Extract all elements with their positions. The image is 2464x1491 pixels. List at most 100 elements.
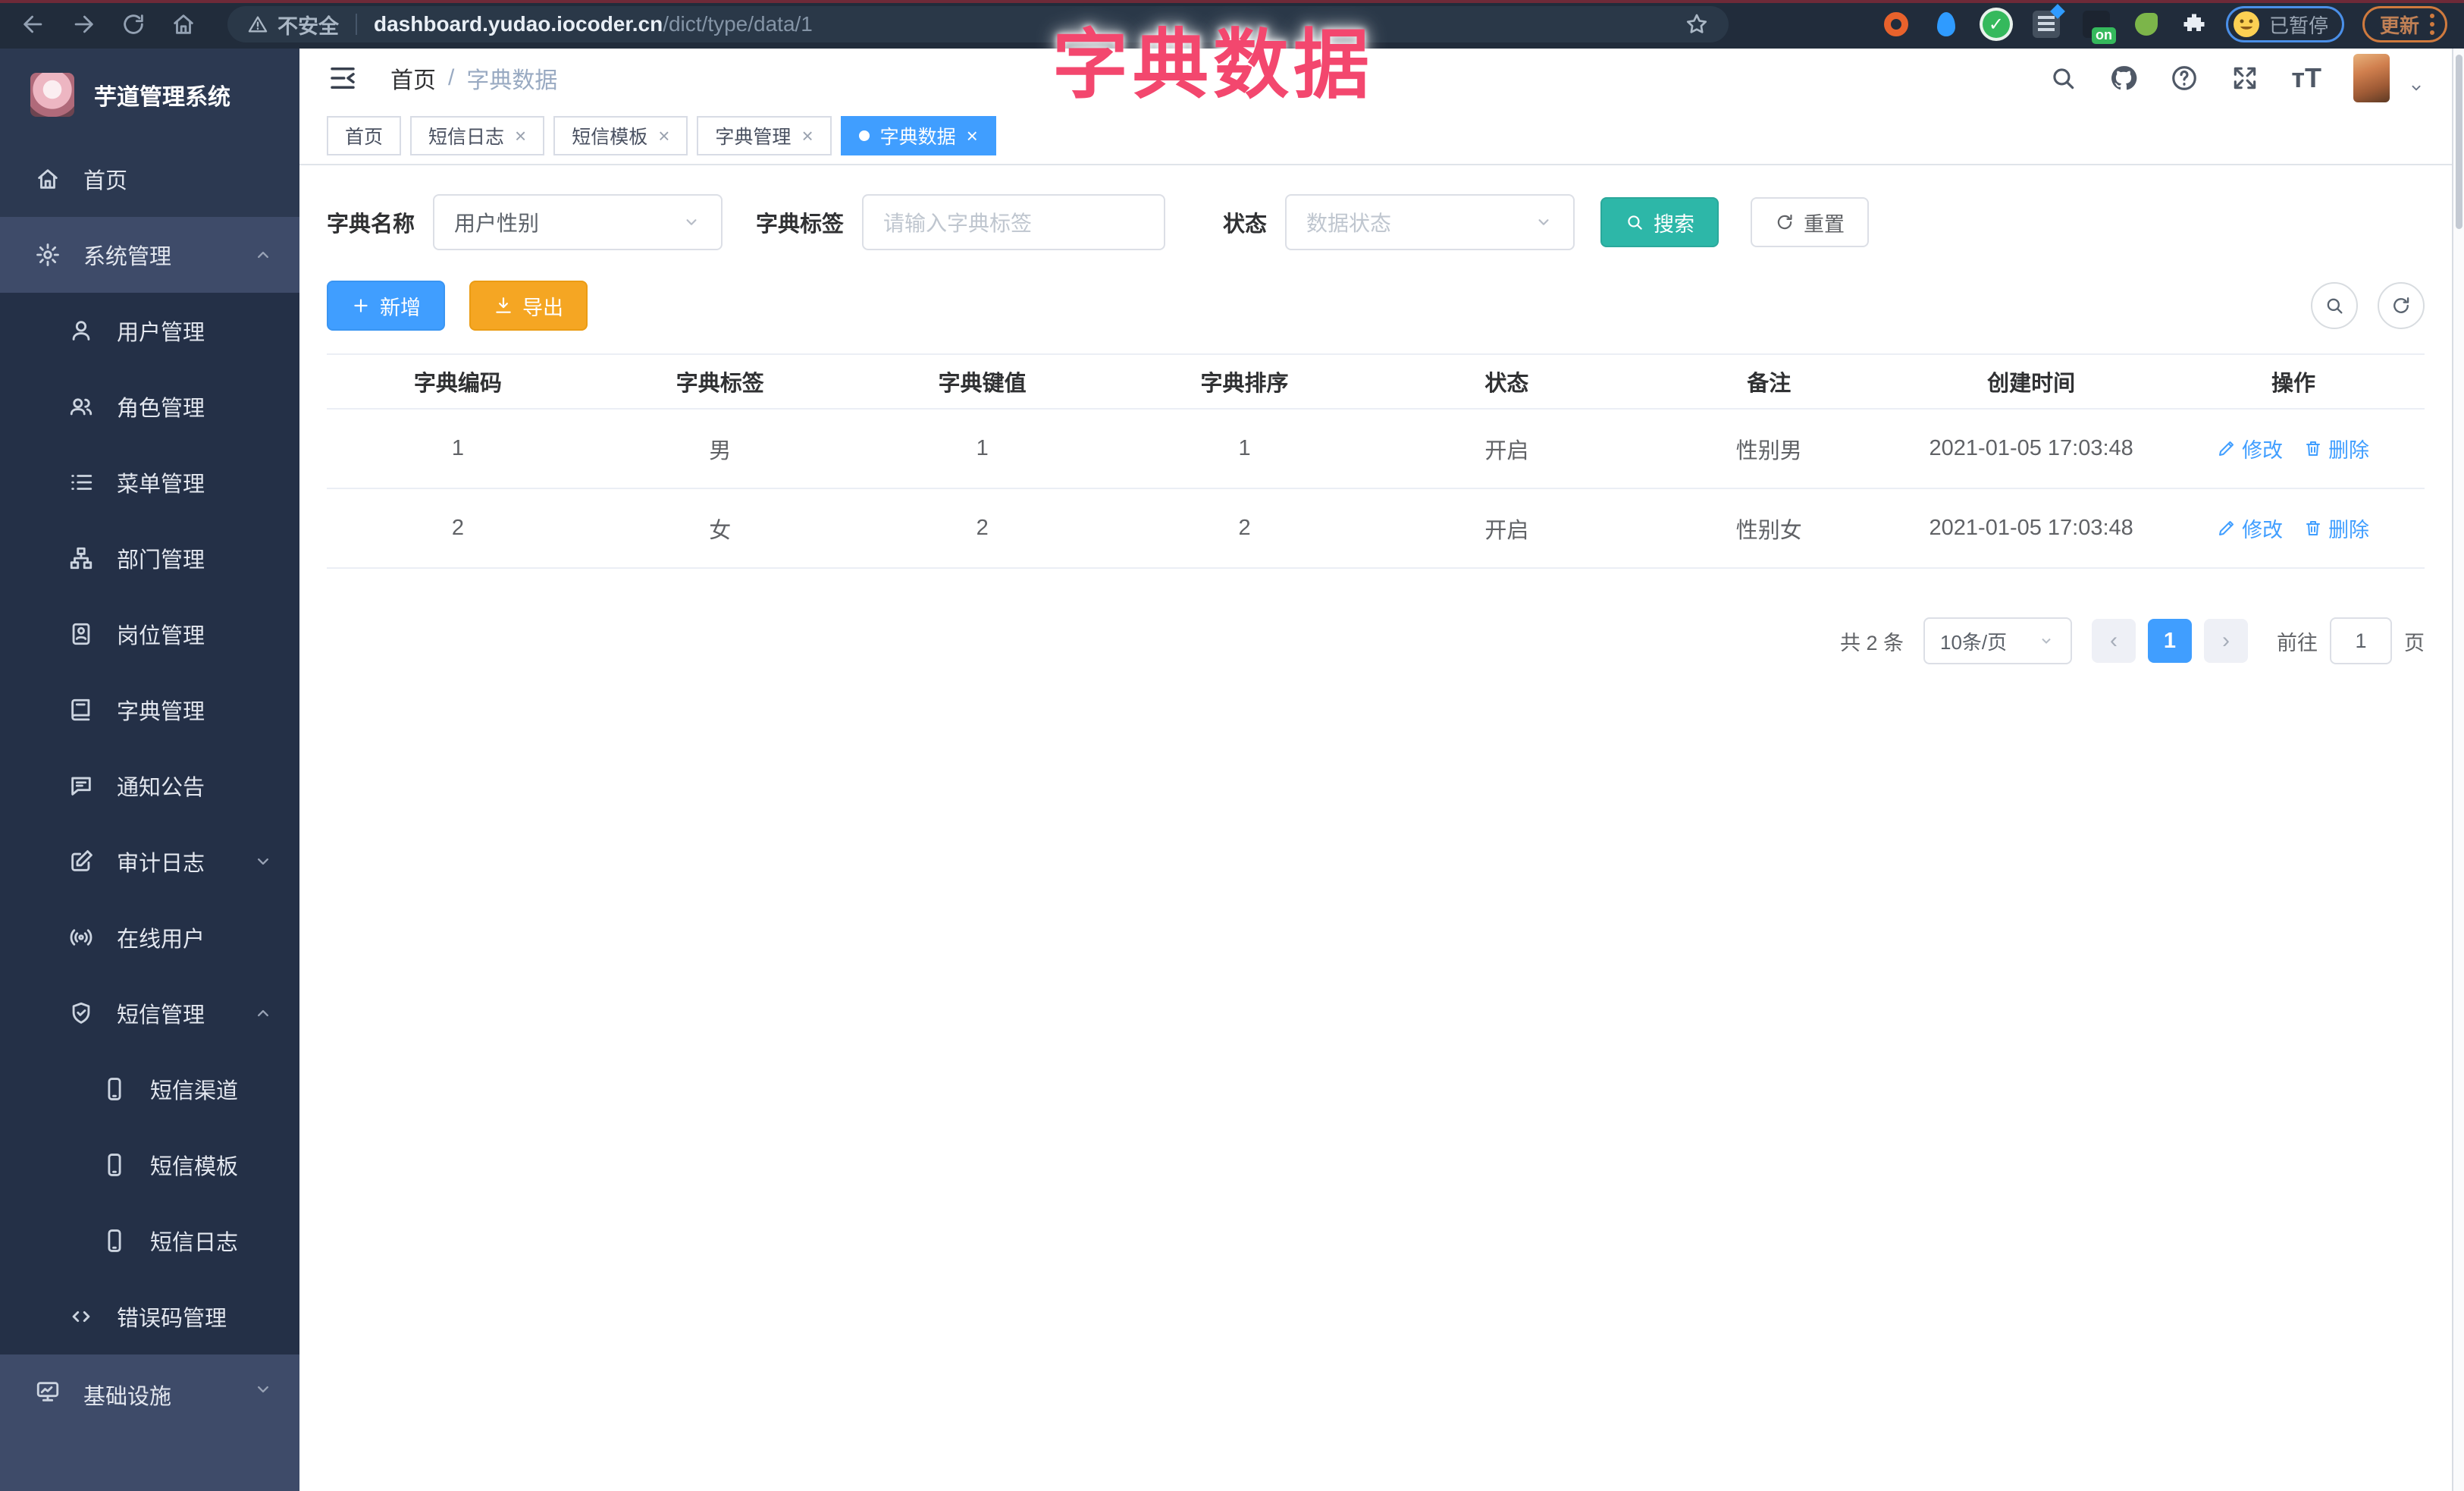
close-icon[interactable]: × [515,126,526,146]
sidebar-item-sms-template[interactable]: 短信模板 [0,1127,299,1203]
goto-page-input[interactable]: 1 [2330,617,2392,664]
extension-icon-leaf[interactable] [2130,8,2162,40]
close-icon[interactable]: × [658,126,669,146]
back-button[interactable] [17,8,50,41]
shield-icon [68,1000,94,1026]
sidebar-item-online-user[interactable]: 在线用户 [0,899,299,975]
tab-label: 首页 [345,127,384,148]
reload-button[interactable] [117,8,150,41]
column-header: 备注 [1638,353,1901,410]
sidebar-item-sms-log[interactable]: 短信日志 [0,1203,299,1279]
current-page[interactable]: 1 [2148,619,2192,663]
cell-remark: 性别男 [1638,409,1901,489]
sidebar-logo-row[interactable]: 芋道管理系统 [0,49,299,141]
dict-label-input[interactable]: 请输入字典标签 [862,194,1166,250]
address-bar[interactable]: 不安全 dashboard.yudao.iocoder.cn /dict/typ… [227,6,1729,42]
help-icon[interactable] [2170,64,2199,93]
page-size-select[interactable]: 10条/页 [1923,617,2072,664]
refresh-icon [2390,295,2412,316]
add-button[interactable]: 新增 [327,281,445,331]
sidebar-fold-icon[interactable] [327,62,359,94]
status-label: 状态 [1223,212,1268,237]
toggle-search-button[interactable] [2311,282,2358,329]
recorder-paused-badge[interactable]: 已暂停 [2225,6,2344,42]
edit-link[interactable]: 修改 [2218,513,2283,543]
github-icon[interactable] [2109,64,2138,93]
scrollbar-thumb[interactable] [2456,55,2462,229]
sidebar-item-label: 短信模板 [150,1155,239,1179]
cell-created: 2021-01-05 17:03:48 [1900,409,2163,489]
tab-字典管理[interactable]: 字典管理 × [697,116,832,155]
sidebar-item-label: 短信日志 [150,1231,239,1255]
home-button[interactable] [167,8,200,41]
delete-link[interactable]: 删除 [2304,434,2369,463]
breadcrumb-home[interactable]: 首页 [390,61,436,95]
extension-icon-check[interactable]: ✓ [1980,8,2012,40]
table-row: 2 女 2 2 开启 性别女 2021-01-05 17:03:48 修改 删除 [327,488,2425,569]
tab-短信模板[interactable]: 短信模板 × [553,116,688,155]
page-scrollbar[interactable] [2452,49,2464,1491]
monitor-icon [35,1379,61,1405]
plus-icon [351,296,371,315]
tab-短信日志[interactable]: 短信日志 × [410,116,545,155]
url-host: dashboard.yudao.iocoder.cn [374,12,663,36]
update-button[interactable]: 更新 [2362,6,2447,42]
sidebar-item-label: 部门管理 [117,548,205,573]
tab-字典数据[interactable]: 字典数据 × [840,116,996,155]
refresh-table-button[interactable] [2378,282,2425,329]
window-top-border [0,0,2464,3]
gear-icon [35,242,61,268]
browser-toolbar: 不安全 dashboard.yudao.iocoder.cn /dict/typ… [0,0,2464,49]
close-icon[interactable]: × [967,126,978,146]
url-path: /dict/type/data/1 [663,12,813,36]
sidebar-item-label: 在线用户 [117,928,205,952]
sidebar-item-label: 用户管理 [117,321,205,345]
tab-label: 短信日志 [428,127,505,148]
close-icon[interactable]: × [801,126,813,146]
export-button[interactable]: 导出 [469,281,588,331]
cell-label: 女 [588,488,851,569]
sidebar-item-system[interactable]: 系统管理 [0,217,299,293]
user-icon [68,318,94,344]
extensions-puzzle-icon[interactable] [2180,11,2208,38]
tab-首页[interactable]: 首页 [327,116,402,155]
cell-value: 2 [851,488,1114,569]
avatar-caret-icon[interactable] [2408,80,2425,96]
sidebar-item-menu[interactable]: 菜单管理 [0,444,299,520]
prev-page-button[interactable]: ‹ [2092,619,2136,663]
extension-icon-drop[interactable] [1930,8,1962,40]
search-button[interactable]: 搜索 [1600,197,1719,247]
sidebar-item-role[interactable]: 角色管理 [0,369,299,444]
sidebar-item-home[interactable]: 首页 [0,141,299,217]
sidebar-item-infra[interactable]: 基础设施 [0,1354,299,1491]
sidebar-item-dept[interactable]: 部门管理 [0,520,299,596]
extension-icon-on[interactable]: on [2080,8,2116,44]
dict-name-select[interactable]: 用户性别 [433,194,723,250]
forward-button[interactable] [67,8,100,41]
browser-menu-icon[interactable] [2430,14,2434,35]
fullscreen-icon[interactable] [2230,64,2259,93]
sidebar-item-sms[interactable]: 短信管理 [0,975,299,1051]
font-size-icon[interactable]: ᴛT [2291,62,2321,94]
breadcrumb: 首页 / 字典数据 [390,61,557,95]
edit-link[interactable]: 修改 [2218,434,2283,463]
sidebar-item-errcode[interactable]: 错误码管理 [0,1279,299,1354]
bookmark-star-icon[interactable] [1685,12,1709,36]
column-header: 创建时间 [1900,353,2163,410]
sidebar-item-notice[interactable]: 通知公告 [0,748,299,824]
sidebar-item-audit-log[interactable]: 审计日志 [0,824,299,899]
header-search-icon[interactable] [2049,64,2077,93]
delete-link[interactable]: 删除 [2304,513,2369,543]
extension-icon-orange[interactable] [1880,8,1912,40]
sidebar-item-user[interactable]: 用户管理 [0,293,299,369]
sidebar-item-sms-channel[interactable]: 短信渠道 [0,1051,299,1127]
user-avatar[interactable] [2353,54,2390,102]
sidebar-item-dict[interactable]: 字典管理 [0,672,299,748]
edit-icon [68,849,94,874]
sidebar-item-post[interactable]: 岗位管理 [0,596,299,672]
status-select[interactable]: 数据状态 [1285,194,1575,250]
trash-icon [2304,439,2322,457]
next-page-button[interactable]: › [2204,619,2248,663]
extension-icon-bars[interactable] [2030,8,2062,40]
reset-button[interactable]: 重置 [1751,197,1870,247]
